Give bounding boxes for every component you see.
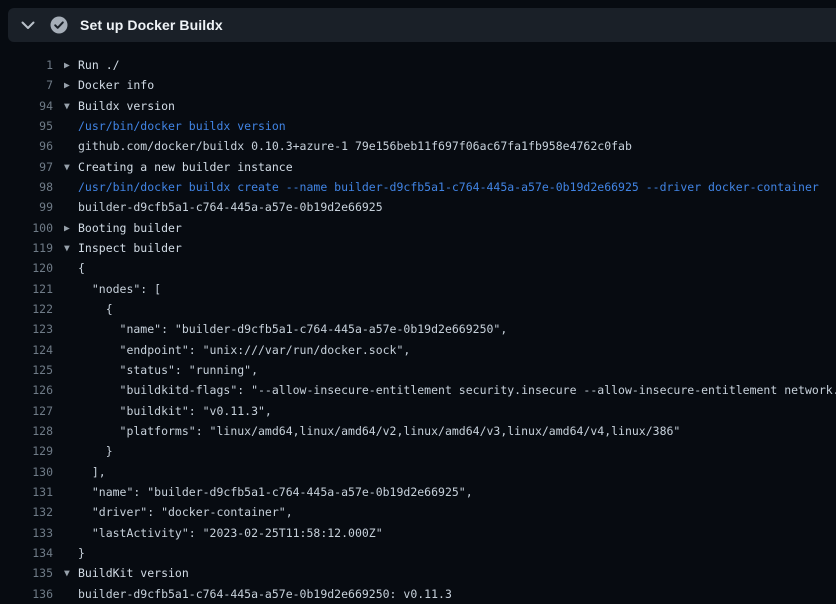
log-line-number[interactable]: 1 <box>0 58 53 72</box>
log-line-text: "buildkitd-flags": "--allow-insecure-ent… <box>78 383 836 397</box>
log-line-number[interactable]: 134 <box>0 546 53 560</box>
log-group-line[interactable]: 119 ▼ Inspect builder <box>0 238 836 258</box>
log-line: 128 "platforms": "linux/amd64,linux/amd6… <box>0 421 836 441</box>
log-line-text: Inspect builder <box>78 241 182 255</box>
log-line-number[interactable]: 126 <box>0 383 53 397</box>
log-line-number[interactable]: 121 <box>0 282 53 296</box>
log-group-line[interactable]: 135 ▼ BuildKit version <box>0 563 836 583</box>
log-line-text: Booting builder <box>78 221 182 235</box>
log-line: 132 "driver": "docker-container", <box>0 502 836 522</box>
log-lines-container: 1 ▶ Run ./ 7 ▶ Docker info 94 ▼ Buildx vers… <box>0 42 836 604</box>
log-line: 99 builder-d9cfb5a1-c764-445a-a57e-0b19d… <box>0 197 836 217</box>
log-line: 125 "status": "running", <box>0 360 836 380</box>
log-line-number[interactable]: 124 <box>0 343 53 357</box>
log-line-number[interactable]: 123 <box>0 322 53 336</box>
log-line-text: "status": "running", <box>78 363 258 377</box>
log-line-text: Creating a new builder instance <box>78 160 293 174</box>
log-line-number[interactable]: 128 <box>0 424 53 438</box>
log-line-number[interactable]: 95 <box>0 119 53 133</box>
group-collapsed-arrow-icon[interactable]: ▶ <box>64 81 70 90</box>
log-line: 126 "buildkitd-flags": "--allow-insecure… <box>0 380 836 400</box>
log-line: 95 /usr/bin/docker buildx version <box>0 116 836 136</box>
log-line-number[interactable]: 127 <box>0 404 53 418</box>
log-line-number[interactable]: 99 <box>0 200 53 214</box>
log-group-line[interactable]: 100 ▶ Booting builder <box>0 218 836 238</box>
log-viewer-page: Set up Docker Buildx 1 ▶ Run ./ 7 ▶ Docker… <box>0 0 836 604</box>
chevron-down-icon[interactable] <box>20 17 36 33</box>
log-line: 129 } <box>0 441 836 461</box>
step-header[interactable]: Set up Docker Buildx <box>8 8 836 42</box>
log-line: 133 "lastActivity": "2023-02-25T11:58:12… <box>0 523 836 543</box>
log-line-number[interactable]: 135 <box>0 566 53 580</box>
log-line-text: builder-d9cfb5a1-c764-445a-a57e-0b19d2e6… <box>78 587 452 601</box>
log-line-number[interactable]: 136 <box>0 587 53 601</box>
log-line-text: Run ./ <box>78 58 120 72</box>
log-line: 130 ], <box>0 462 836 482</box>
log-line-text: "platforms": "linux/amd64,linux/amd64/v2… <box>78 424 680 438</box>
log-line-number[interactable]: 132 <box>0 505 53 519</box>
log-group-line[interactable]: 94 ▼ Buildx version <box>0 96 836 116</box>
log-line: 122 { <box>0 299 836 319</box>
log-line-text: /usr/bin/docker buildx create --name bui… <box>78 180 819 194</box>
log-line: 123 "name": "builder-d9cfb5a1-c764-445a-… <box>0 319 836 339</box>
log-line: 131 "name": "builder-d9cfb5a1-c764-445a-… <box>0 482 836 502</box>
log-line-number[interactable]: 96 <box>0 139 53 153</box>
group-collapsed-arrow-icon[interactable]: ▶ <box>64 223 70 232</box>
log-line: 120 { <box>0 258 836 278</box>
log-line-number[interactable]: 125 <box>0 363 53 377</box>
log-line-text: github.com/docker/buildx 0.10.3+azure-1 … <box>78 139 632 153</box>
log-line: 134 } <box>0 543 836 563</box>
log-line: 98 /usr/bin/docker buildx create --name … <box>0 177 836 197</box>
log-line-text: { <box>78 261 85 275</box>
log-group-line[interactable]: 7 ▶ Docker info <box>0 75 836 95</box>
log-line-text: builder-d9cfb5a1-c764-445a-a57e-0b19d2e6… <box>78 200 383 214</box>
group-expanded-arrow-icon[interactable]: ▼ <box>64 101 70 110</box>
log-line-text: ], <box>78 465 106 479</box>
log-line-text: } <box>78 444 113 458</box>
log-line-number[interactable]: 7 <box>0 78 53 92</box>
log-line-number[interactable]: 119 <box>0 241 53 255</box>
log-line-text: "name": "builder-d9cfb5a1-c764-445a-a57e… <box>78 485 473 499</box>
log-line: 96 github.com/docker/buildx 0.10.3+azure… <box>0 136 836 156</box>
log-line-number[interactable]: 129 <box>0 444 53 458</box>
log-line: 127 "buildkit": "v0.11.3", <box>0 401 836 421</box>
log-line-number[interactable]: 94 <box>0 99 53 113</box>
log-line-text: "endpoint": "unix:///var/run/docker.sock… <box>78 343 410 357</box>
log-line-text: "name": "builder-d9cfb5a1-c764-445a-a57e… <box>78 322 507 336</box>
group-expanded-arrow-icon[interactable]: ▼ <box>64 162 70 171</box>
log-line-text: "buildkit": "v0.11.3", <box>78 404 272 418</box>
log-line-text: } <box>78 546 85 560</box>
log-line: 136 builder-d9cfb5a1-c764-445a-a57e-0b19… <box>0 584 836 604</box>
log-line-text: "driver": "docker-container", <box>78 505 293 519</box>
log-line-number[interactable]: 131 <box>0 485 53 499</box>
log-line-number[interactable]: 97 <box>0 160 53 174</box>
log-group-line[interactable]: 1 ▶ Run ./ <box>0 55 836 75</box>
log-line: 124 "endpoint": "unix:///var/run/docker.… <box>0 340 836 360</box>
log-group-line[interactable]: 97 ▼ Creating a new builder instance <box>0 157 836 177</box>
log-line-text: BuildKit version <box>78 566 189 580</box>
check-circle-icon <box>50 16 68 34</box>
log-line: 121 "nodes": [ <box>0 279 836 299</box>
group-collapsed-arrow-icon[interactable]: ▶ <box>64 61 70 70</box>
log-line-text: Docker info <box>78 78 154 92</box>
log-line-number[interactable]: 130 <box>0 465 53 479</box>
group-expanded-arrow-icon[interactable]: ▼ <box>64 569 70 578</box>
log-line-text: "lastActivity": "2023-02-25T11:58:12.000… <box>78 526 383 540</box>
log-line-number[interactable]: 98 <box>0 180 53 194</box>
log-line-number[interactable]: 120 <box>0 261 53 275</box>
log-line-number[interactable]: 133 <box>0 526 53 540</box>
log-line-text: "nodes": [ <box>78 282 161 296</box>
log-line-number[interactable]: 122 <box>0 302 53 316</box>
step-title: Set up Docker Buildx <box>80 17 223 33</box>
group-expanded-arrow-icon[interactable]: ▼ <box>64 244 70 253</box>
log-line-number[interactable]: 100 <box>0 221 53 235</box>
log-line-text: { <box>78 302 113 316</box>
log-line-text: /usr/bin/docker buildx version <box>78 119 286 133</box>
log-line-text: Buildx version <box>78 99 175 113</box>
